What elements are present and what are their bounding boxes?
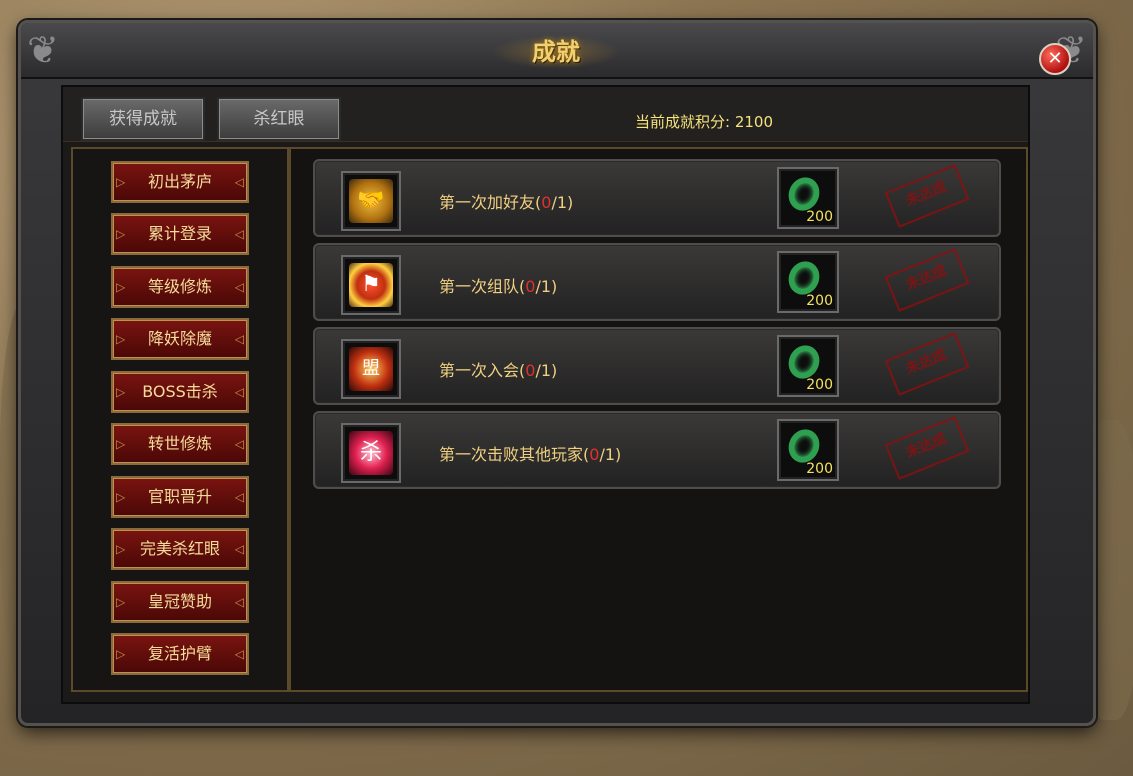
achievement-row: 杀 第一次击败其他玩家(0/1) 200 未达成 <box>313 411 1001 489</box>
achievement-row: ⚑ 第一次组队(0/1) 200 未达成 <box>313 243 1001 321</box>
achievement-score: 当前成就积分: 2100 <box>635 111 773 132</box>
achievement-name: 第一次加好友 <box>439 193 536 212</box>
reward-slot[interactable]: 200 <box>777 167 839 229</box>
category-button[interactable]: 转世修炼 <box>111 423 249 465</box>
score-label: 当前成就积分: <box>635 113 731 131</box>
tab-kill-frenzy[interactable]: 杀红眼 <box>217 97 341 141</box>
title-bar[interactable]: ❦ 成就 ❦ ✕ <box>21 23 1093 79</box>
category-button[interactable]: 官职晋升 <box>111 476 249 518</box>
category-button[interactable]: 等级修炼 <box>111 266 249 308</box>
achievement-icon-slot: 盟 <box>341 339 401 399</box>
achievement-name: 第一次组队 <box>439 277 520 296</box>
progress-total: 1 <box>556 193 568 212</box>
achievement-icon-slot: ⚑ <box>341 255 401 315</box>
category-button[interactable]: 降妖除魔 <box>111 318 249 360</box>
not-completed-stamp: 未达成 <box>884 332 970 396</box>
guild-glyph: 盟 <box>362 358 380 379</box>
achievement-name: 第一次入会 <box>439 361 520 380</box>
reward-quantity: 200 <box>806 377 833 393</box>
achievement-label: 第一次组队(0/1) <box>439 277 558 296</box>
team-glyph: ⚑ <box>361 272 381 297</box>
not-completed-stamp: 未达成 <box>884 164 970 228</box>
dragon-ornament-icon: ❦ <box>27 28 59 72</box>
achievement-name: 第一次击败其他玩家 <box>439 445 584 464</box>
close-button[interactable]: ✕ <box>1039 43 1071 75</box>
reward-slot[interactable]: 200 <box>777 251 839 313</box>
not-completed-stamp: 未达成 <box>884 416 970 480</box>
progress-current: 0 <box>541 193 552 212</box>
progress-total: 1 <box>540 361 552 380</box>
category-button[interactable]: 复活护臂 <box>111 633 249 675</box>
category-button[interactable]: 累计登录 <box>111 213 249 255</box>
progress-total: 1 <box>604 445 616 464</box>
category-button[interactable]: 初出茅庐 <box>111 161 249 203</box>
team-flag-icon: ⚑ <box>349 263 393 307</box>
kill-seal-icon: 杀 <box>349 431 393 475</box>
reward-slot[interactable]: 200 <box>777 335 839 397</box>
achievement-label: 第一次加好友(0/1) <box>439 193 574 212</box>
category-button[interactable]: 完美杀红眼 <box>111 528 249 570</box>
category-button[interactable]: 皇冠赞助 <box>111 581 249 623</box>
achievement-list: 🤝 第一次加好友(0/1) 200 未达成 ⚑ 第一次组队(0/1) 200 未… <box>289 147 1028 692</box>
progress-current: 0 <box>525 361 536 380</box>
not-completed-stamp: 未达成 <box>884 248 970 312</box>
handshake-glyph: 🤝 <box>357 188 385 213</box>
category-sidebar: 初出茅庐 累计登录 等级修炼 降妖除魔 BOSS击杀 转世修炼 官职晋升 完美杀… <box>71 147 289 692</box>
window-body: 获得成就 杀红眼 当前成就积分: 2100 初出茅庐 累计登录 等级修炼 降妖除… <box>61 85 1030 704</box>
top-bar: 获得成就 杀红眼 当前成就积分: 2100 <box>63 87 1028 142</box>
category-button[interactable]: BOSS击杀 <box>111 371 249 413</box>
reward-quantity: 200 <box>806 461 833 477</box>
achievement-icon-slot: 🤝 <box>341 171 401 231</box>
window-title: 成就 <box>491 35 621 69</box>
tab-obtained-achievements[interactable]: 获得成就 <box>81 97 205 141</box>
achievement-row: 🤝 第一次加好友(0/1) 200 未达成 <box>313 159 1001 237</box>
reward-quantity: 200 <box>806 293 833 309</box>
guild-emblem-icon: 盟 <box>349 347 393 391</box>
achievement-window: ❦ 成就 ❦ ✕ 获得成就 杀红眼 当前成就积分: 2100 初出茅庐 累计登录… <box>18 20 1096 726</box>
progress-current: 0 <box>589 445 600 464</box>
progress-total: 1 <box>540 277 552 296</box>
progress-current: 0 <box>525 277 536 296</box>
reward-slot[interactable]: 200 <box>777 419 839 481</box>
achievement-row: 盟 第一次入会(0/1) 200 未达成 <box>313 327 1001 405</box>
close-icon: ✕ <box>1047 48 1063 69</box>
achievement-label: 第一次击败其他玩家(0/1) <box>439 445 622 464</box>
achievement-label: 第一次入会(0/1) <box>439 361 558 380</box>
handshake-icon: 🤝 <box>349 179 393 223</box>
reward-quantity: 200 <box>806 209 833 225</box>
kill-glyph: 杀 <box>359 440 382 465</box>
achievement-icon-slot: 杀 <box>341 423 401 483</box>
score-value: 2100 <box>734 113 774 131</box>
